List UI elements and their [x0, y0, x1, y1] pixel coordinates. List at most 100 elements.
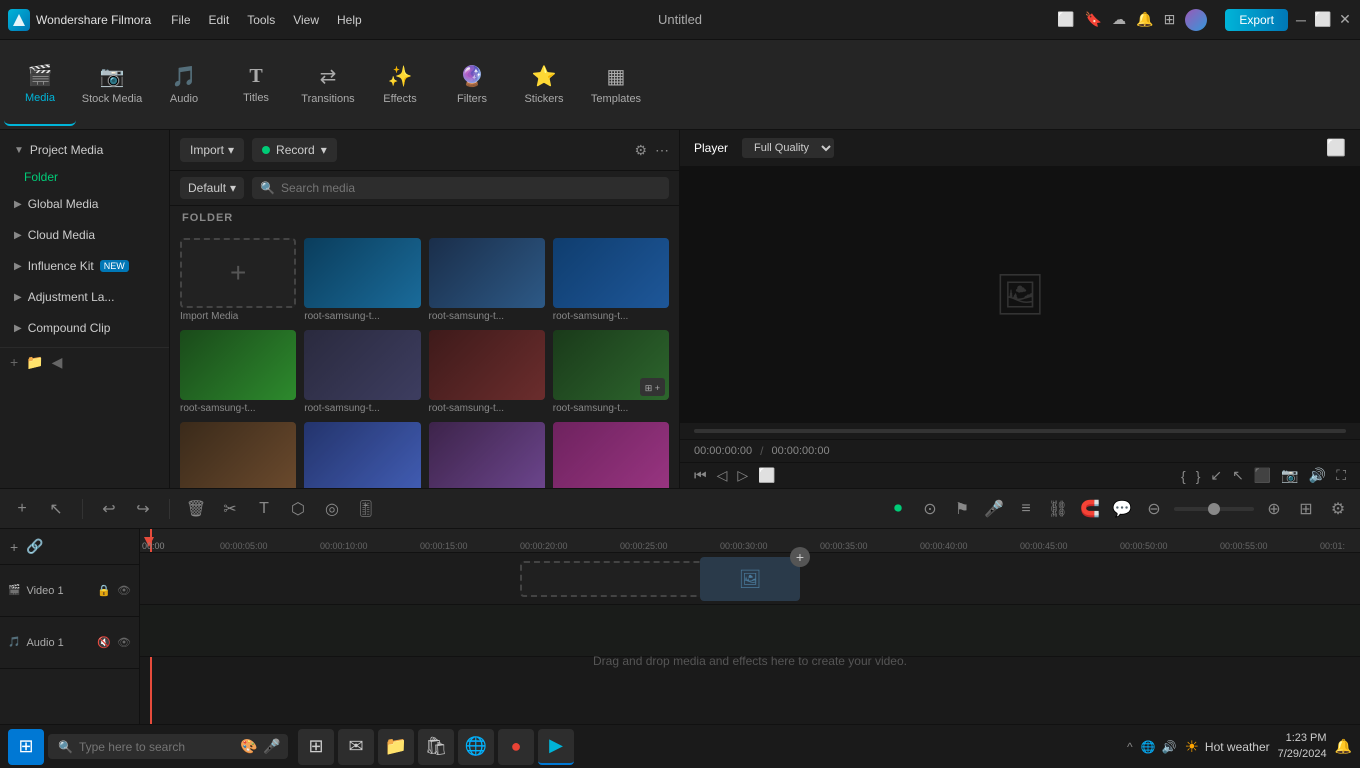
pointer-tool[interactable]: ↖	[44, 499, 68, 519]
play-button[interactable]: ▷	[737, 467, 748, 484]
user-avatar[interactable]	[1185, 9, 1207, 31]
overwrite-icon[interactable]: ↖	[1232, 467, 1244, 484]
media-clip[interactable]: 🖼 +	[700, 557, 800, 601]
menu-view[interactable]: View	[293, 13, 319, 27]
add-clip-button[interactable]: +	[790, 547, 810, 567]
network-icon[interactable]: 🌐	[1141, 740, 1156, 754]
in-point-icon[interactable]: {	[1181, 468, 1186, 484]
toolbar-media[interactable]: 🎬 Media	[4, 44, 76, 126]
video-track-lane[interactable]: 🖼 +	[140, 553, 1360, 605]
skip-back-button[interactable]: ⏮	[694, 467, 707, 484]
subtitle-button[interactable]: 💬	[1110, 499, 1134, 519]
auto-ripple[interactable]: ≡	[1014, 500, 1038, 518]
taskbar-app-explorer[interactable]: 📁	[378, 729, 414, 765]
import-thumb[interactable]: +	[180, 238, 296, 308]
list-item[interactable]: root-samsung-t...	[553, 238, 669, 322]
list-item[interactable]	[429, 422, 545, 488]
list-item[interactable]	[304, 422, 420, 488]
taskbar-app-taskview[interactable]: ⊞	[298, 729, 334, 765]
filter-icon[interactable]: ⚙	[634, 142, 647, 159]
audio-icon[interactable]: 🔊	[1309, 467, 1326, 484]
import-media-item[interactable]: + Import Media	[180, 238, 296, 322]
fullscreen-icon[interactable]: ⛶	[1336, 467, 1346, 484]
text-tool[interactable]: T	[252, 500, 276, 518]
list-item[interactable]: root-samsung-t...	[429, 238, 545, 322]
grid-icon[interactable]: ⊞	[1164, 11, 1176, 28]
add-track-button[interactable]: +	[10, 500, 34, 518]
zoom-in-button[interactable]: ⊕	[1262, 499, 1286, 519]
export-button[interactable]: Export	[1225, 9, 1288, 31]
add-track-icon[interactable]: +	[10, 539, 18, 555]
stop-button[interactable]: ⬜	[758, 467, 775, 484]
bookmark-icon[interactable]: 🔖	[1085, 11, 1102, 28]
toolbar-stock-media[interactable]: 📷 Stock Media	[76, 44, 148, 126]
audio-track-lane[interactable]	[140, 605, 1360, 657]
sidebar-item-influence-kit[interactable]: ▶ Influence Kit NEW	[4, 251, 165, 281]
zoom-handle[interactable]	[1208, 503, 1220, 515]
more-options-icon[interactable]: ⋯	[655, 142, 669, 159]
taskbar-app-filmora[interactable]: ▶	[538, 729, 574, 765]
layout-button[interactable]: ⊞	[1294, 499, 1318, 519]
frame-back-button[interactable]: ◁	[717, 467, 728, 484]
preview-icon[interactable]: ⬛	[1254, 467, 1271, 484]
taskbar-app-mail[interactable]: ✉	[338, 729, 374, 765]
snap-button[interactable]: ⊙	[918, 499, 942, 519]
toolbar-templates[interactable]: ▦ Templates	[580, 44, 652, 126]
sidebar-item-compound-clip[interactable]: ▶ Compound Clip	[4, 313, 165, 343]
folder-link[interactable]: Folder	[0, 166, 169, 188]
eye-icon[interactable]: 👁	[117, 636, 131, 649]
sidebar-item-project-media[interactable]: ▼ Project Media	[4, 135, 165, 165]
bell-icon[interactable]: 🔔	[1136, 11, 1153, 28]
undo-button[interactable]: ↩	[97, 499, 121, 519]
marker-button[interactable]: ⚑	[950, 499, 974, 519]
toolbar-titles[interactable]: T Titles	[220, 44, 292, 126]
menu-edit[interactable]: Edit	[209, 13, 230, 27]
zoom-out-button[interactable]: ⊖	[1142, 499, 1166, 519]
minimize-button[interactable]: ─	[1294, 13, 1308, 27]
list-item[interactable]: root-samsung-t...	[429, 330, 545, 414]
list-item[interactable]: root-samsung-t...	[304, 330, 420, 414]
tab-player[interactable]: Player	[694, 141, 728, 155]
mic-button[interactable]: 🎤	[982, 499, 1006, 519]
menu-tools[interactable]: Tools	[247, 13, 275, 27]
taskbar-app-edge[interactable]: 🌐	[458, 729, 494, 765]
toolbar-filters[interactable]: 🔮 Filters	[436, 44, 508, 126]
close-button[interactable]: ✕	[1338, 13, 1352, 27]
cloud-icon[interactable]: ☁	[1112, 11, 1126, 28]
lock-icon[interactable]: 🔒	[97, 584, 111, 597]
volume-icon[interactable]: 🔊	[1162, 740, 1177, 754]
menu-help[interactable]: Help	[337, 13, 362, 27]
zoom-slider[interactable]	[1174, 507, 1254, 511]
record-button[interactable]: ⏺	[886, 500, 910, 518]
monitor-icon[interactable]: ⬜	[1057, 11, 1074, 28]
weather-widget[interactable]: ☀ Hot weather	[1185, 737, 1270, 757]
notification-icon[interactable]: 🔔	[1335, 738, 1352, 755]
maximize-button[interactable]: ⬜	[1316, 13, 1330, 27]
out-point-icon[interactable]: }	[1196, 468, 1201, 484]
import-button[interactable]: Import ▾	[180, 138, 244, 162]
taskbar-search-input[interactable]	[79, 740, 234, 754]
add-folder-icon[interactable]: +	[10, 354, 18, 371]
sort-select[interactable]: Default ▾	[180, 177, 244, 199]
list-item[interactable]: root-samsung-t...	[304, 238, 420, 322]
start-button[interactable]: ⊞	[8, 729, 44, 765]
quality-select[interactable]: Full Quality	[742, 138, 834, 158]
menu-file[interactable]: File	[171, 13, 190, 27]
taskbar-app-chrome[interactable]: ●	[498, 729, 534, 765]
eye-icon[interactable]: 👁	[117, 584, 131, 597]
sidebar-item-adjustment[interactable]: ▶ Adjustment La...	[4, 282, 165, 312]
toolbar-audio[interactable]: 🎵 Audio	[148, 44, 220, 126]
toolbar-stickers[interactable]: ⭐ Stickers	[508, 44, 580, 126]
list-item[interactable]	[553, 422, 669, 488]
system-clock[interactable]: 1:23 PM 7/29/2024	[1278, 731, 1327, 762]
mute-icon[interactable]: 🔇	[97, 636, 111, 649]
list-item[interactable]: ⊞ + root-samsung-t...	[553, 330, 669, 414]
record-button[interactable]: Record ▾	[252, 138, 337, 162]
magnet-button[interactable]: 🧲	[1078, 499, 1102, 519]
list-item[interactable]	[180, 422, 296, 488]
link-icon[interactable]: 🔗	[26, 538, 43, 555]
sidebar-item-global-media[interactable]: ▶ Global Media	[4, 189, 165, 219]
toolbar-effects[interactable]: ✨ Effects	[364, 44, 436, 126]
audio-mixer[interactable]: 🎚	[354, 499, 378, 519]
player-progress-bar[interactable]	[694, 429, 1346, 433]
